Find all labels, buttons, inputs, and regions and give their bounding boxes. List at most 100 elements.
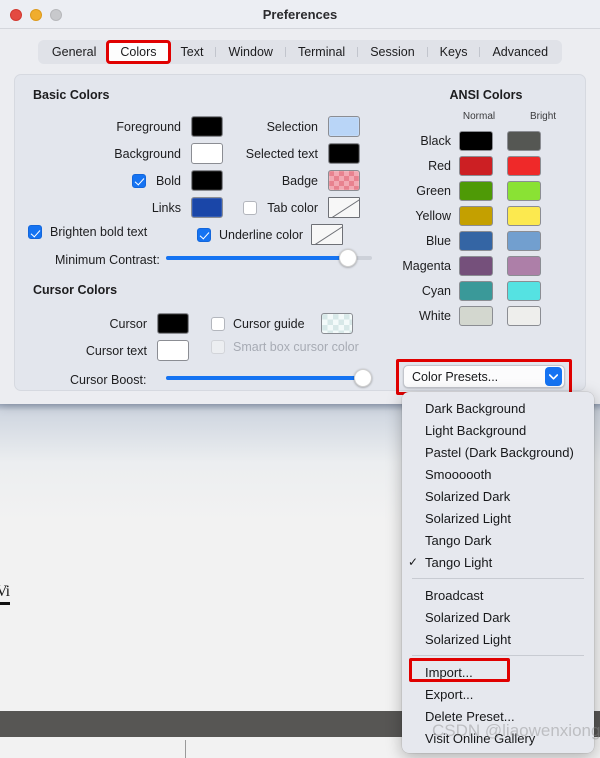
background-label: Background bbox=[114, 146, 181, 161]
selection-row: Selection bbox=[200, 116, 360, 137]
menu-item-label: Smoooooth bbox=[425, 466, 492, 482]
cursor-guide-checkbox[interactable] bbox=[211, 316, 225, 331]
selection-color-swatch[interactable] bbox=[328, 116, 360, 137]
ansi-swatch-red-bright[interactable] bbox=[507, 155, 541, 176]
slider-fill bbox=[166, 376, 363, 380]
ansi-swatch-yellow-bright[interactable] bbox=[507, 205, 541, 226]
ansi-label-cyan: Cyan bbox=[421, 283, 451, 298]
background-partial-text: Vi bbox=[0, 583, 10, 600]
bold-checkbox[interactable] bbox=[131, 173, 146, 188]
menu-item-solarized-dark[interactable]: Solarized Dark bbox=[402, 485, 594, 507]
tab-color-checkbox[interactable] bbox=[243, 200, 258, 215]
ansi-swatch-cyan-normal[interactable] bbox=[459, 280, 493, 301]
menu-item-label: Dark Background bbox=[425, 400, 526, 416]
selected-text-color-swatch[interactable] bbox=[328, 143, 360, 164]
slider-thumb[interactable] bbox=[339, 249, 357, 267]
tab-terminal-label: Terminal bbox=[297, 45, 346, 59]
tab-keys-label: Keys bbox=[439, 45, 468, 59]
ansi-swatch-blue-normal[interactable] bbox=[459, 230, 493, 251]
ansi-swatch-green-bright[interactable] bbox=[507, 180, 541, 201]
cursor-row: Cursor bbox=[33, 313, 189, 334]
ansi-row-white: White bbox=[401, 303, 541, 328]
menu-item-light-background[interactable]: Light Background bbox=[402, 419, 594, 441]
ansi-swatch-magenta-bright[interactable] bbox=[507, 255, 541, 276]
menu-item-solarized-light-custom[interactable]: Solarized Light bbox=[402, 628, 594, 650]
brighten-bold-text-row[interactable]: Brighten bold text bbox=[28, 225, 147, 239]
tab-session[interactable]: Session bbox=[358, 42, 426, 62]
ansi-bright-header: Bright bbox=[529, 111, 557, 122]
cursor-color-swatch[interactable] bbox=[157, 313, 189, 334]
foreground-row: Foreground bbox=[33, 116, 223, 137]
close-icon[interactable] bbox=[10, 9, 22, 21]
ansi-swatch-yellow-normal[interactable] bbox=[459, 205, 493, 226]
window-title: Preferences bbox=[262, 7, 338, 22]
smart-box-cursor-color-row: Smart box cursor color bbox=[211, 340, 359, 354]
tab-keys[interactable]: Keys bbox=[428, 42, 480, 62]
menu-item-label: Export... bbox=[425, 686, 474, 702]
ansi-row-red: Red bbox=[401, 153, 541, 178]
basic-colors-title: Basic Colors bbox=[33, 88, 110, 102]
ansi-swatch-black-bright[interactable] bbox=[507, 130, 541, 151]
menu-item-tango-light[interactable]: ✓ Tango Light bbox=[402, 551, 594, 573]
color-presets-button[interactable]: Color Presets... bbox=[403, 365, 565, 388]
underline-color-row: Underline color bbox=[197, 224, 344, 245]
ansi-swatch-red-normal[interactable] bbox=[459, 155, 493, 176]
tab-window-label: Window bbox=[228, 45, 273, 59]
cursor-boost-slider[interactable] bbox=[166, 369, 372, 387]
tab-color-label: Tab color bbox=[267, 200, 318, 215]
cursor-boost-label: Cursor Boost: bbox=[70, 373, 147, 387]
tab-window[interactable]: Window bbox=[216, 42, 284, 62]
underline-color-checkbox[interactable] bbox=[197, 227, 211, 242]
ansi-swatch-cyan-bright[interactable] bbox=[507, 280, 541, 301]
cursor-guide-row: Cursor guide bbox=[211, 313, 353, 334]
menu-item-pastel-dark-background[interactable]: Pastel (Dark Background) bbox=[402, 441, 594, 463]
import-highlight-box bbox=[409, 658, 510, 682]
menu-item-label: Light Background bbox=[425, 422, 527, 438]
ansi-label-yellow: Yellow bbox=[415, 208, 451, 223]
ansi-colors-title: ANSI Colors bbox=[449, 88, 523, 102]
menu-item-solarized-dark-custom[interactable]: Solarized Dark bbox=[402, 606, 594, 628]
ansi-swatch-blue-bright[interactable] bbox=[507, 230, 541, 251]
menu-item-smoooooth[interactable]: Smoooooth bbox=[402, 463, 594, 485]
menu-item-tango-dark[interactable]: Tango Dark bbox=[402, 529, 594, 551]
watermark: CSDN @liaowenxiong bbox=[432, 721, 600, 740]
ansi-swatch-white-normal[interactable] bbox=[459, 305, 493, 326]
ansi-row-blue: Blue bbox=[401, 228, 541, 253]
menu-item-export[interactable]: Export... bbox=[402, 683, 594, 705]
tab-advanced-label: Advanced bbox=[492, 45, 549, 59]
tab-general[interactable]: General bbox=[40, 42, 108, 62]
menu-item-broadcast[interactable]: Broadcast bbox=[402, 584, 594, 606]
ansi-swatch-white-bright[interactable] bbox=[507, 305, 541, 326]
badge-label: Badge bbox=[281, 173, 318, 188]
ansi-swatch-black-normal[interactable] bbox=[459, 130, 493, 151]
minimum-contrast-slider[interactable] bbox=[166, 249, 372, 267]
underline-color-swatch[interactable] bbox=[311, 224, 344, 245]
tab-colors[interactable]: Colors bbox=[106, 40, 171, 64]
chevron-down-icon bbox=[545, 367, 562, 386]
selection-label: Selection bbox=[266, 119, 318, 134]
tab-text[interactable]: Text bbox=[169, 42, 216, 62]
ansi-swatch-green-normal[interactable] bbox=[459, 180, 493, 201]
tab-terminal[interactable]: Terminal bbox=[286, 42, 357, 62]
slider-thumb[interactable] bbox=[354, 369, 372, 387]
minimum-contrast-label: Minimum Contrast: bbox=[55, 253, 160, 267]
tabbar-container: General Colors Text Window Terminal Sess… bbox=[0, 29, 600, 70]
bold-label: Bold bbox=[155, 173, 181, 188]
background-caret bbox=[185, 740, 186, 758]
tab-advanced[interactable]: Advanced bbox=[480, 42, 560, 62]
ansi-row-yellow: Yellow bbox=[401, 203, 541, 228]
ansi-label-magenta: Magenta bbox=[402, 258, 451, 273]
cursor-guide-color-swatch[interactable] bbox=[320, 313, 353, 334]
ansi-swatch-magenta-normal[interactable] bbox=[459, 255, 493, 276]
badge-row: Badge bbox=[200, 170, 360, 191]
brighten-bold-text-checkbox[interactable] bbox=[28, 225, 42, 239]
menu-divider bbox=[412, 655, 584, 656]
ansi-label-blue: Blue bbox=[425, 233, 451, 248]
ansi-label-white: White bbox=[419, 308, 451, 323]
menu-item-solarized-light[interactable]: Solarized Light bbox=[402, 507, 594, 529]
cursor-text-color-swatch[interactable] bbox=[157, 340, 189, 361]
minimize-icon[interactable] bbox=[30, 9, 42, 21]
menu-item-dark-background[interactable]: Dark Background bbox=[402, 397, 594, 419]
badge-color-swatch[interactable] bbox=[328, 170, 360, 191]
tab-color-swatch[interactable] bbox=[328, 197, 360, 218]
